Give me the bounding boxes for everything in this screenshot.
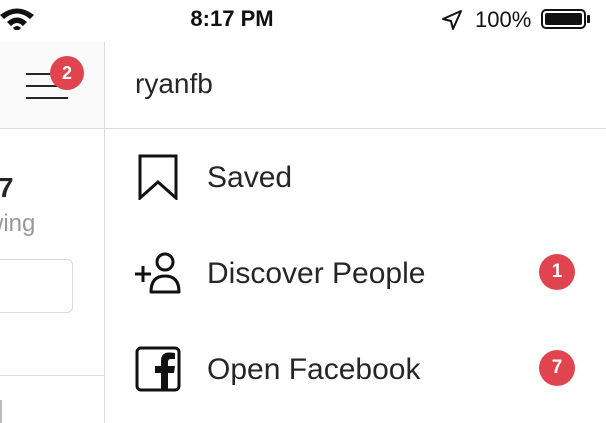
edit-profile-button[interactable]: [0, 259, 73, 313]
menu-item-label: Saved: [207, 161, 293, 194]
menu-item-discover-people[interactable]: Discover People 1: [105, 225, 606, 321]
username: ryanfb: [135, 68, 213, 99]
bookmark-icon: [138, 154, 178, 200]
profile-panel: 2 7 wing: [0, 42, 104, 423]
menu-notification-badge: 2: [50, 56, 84, 90]
add-person-icon: [135, 252, 181, 294]
discover-people-badge: 1: [539, 254, 575, 290]
menu-item-label: Discover People: [207, 257, 426, 290]
status-time: 8:17 PM: [190, 6, 274, 31]
following-count[interactable]: 7: [0, 172, 14, 204]
menu-item-label: Open Facebook: [207, 353, 421, 386]
menu-item-saved[interactable]: Saved: [105, 129, 606, 225]
status-bar: 8:17 PM 100%: [0, 0, 606, 42]
menu-item-open-facebook[interactable]: Open Facebook 7: [105, 321, 606, 417]
battery-percent: 100%: [475, 7, 532, 32]
profile-header: 2: [0, 42, 104, 129]
side-menu: ryanfb Saved Discover People 1 Open Face…: [105, 42, 606, 423]
menu-header: ryanfb: [105, 42, 606, 129]
open-facebook-badge: 7: [539, 350, 575, 386]
facebook-icon: [135, 346, 181, 392]
location-arrow-icon: [442, 10, 462, 30]
divider: [0, 375, 104, 376]
following-label[interactable]: wing: [0, 210, 35, 238]
battery-icon: [541, 9, 590, 29]
grid-tab-edge: [0, 400, 2, 423]
